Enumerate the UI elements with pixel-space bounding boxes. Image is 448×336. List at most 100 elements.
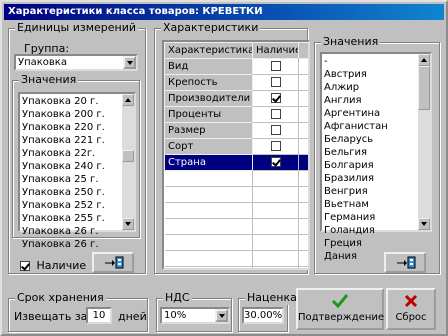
col-header-presence[interactable]: Наличие (252, 42, 299, 59)
presence-check-icon[interactable] (270, 141, 281, 151)
list-item[interactable]: Австрия (324, 68, 430, 81)
list-item[interactable]: Упаковка 25 г. (22, 173, 134, 186)
table-row (164, 170, 308, 187)
presence-check-icon[interactable] (270, 61, 281, 71)
table-row[interactable]: Вид (164, 58, 308, 75)
list-item[interactable]: Упаковка 22г. (22, 147, 134, 160)
empty-cell (164, 250, 253, 267)
table-row[interactable]: Производители (164, 90, 308, 107)
apply-left-button[interactable] (92, 252, 134, 273)
table-row (164, 234, 308, 251)
presence-check-icon[interactable] (270, 125, 281, 135)
table-row[interactable]: Сорт (164, 138, 308, 155)
list-item[interactable]: Упаковка 200 г. (22, 108, 134, 121)
presence-cell[interactable] (252, 138, 299, 155)
scroll-up-icon[interactable] (418, 54, 430, 66)
window-title: Характеристики класса товаров: КРЕВЕТКИ (4, 4, 444, 20)
values-left-list[interactable]: Упаковка 20 г. Упаковка 200 г. Упаковка 22… (18, 92, 136, 250)
scroll-thumb[interactable] (418, 66, 430, 110)
list-item[interactable]: Германия (324, 211, 430, 224)
presence-cell[interactable] (252, 106, 299, 123)
scroll-thumb[interactable] (122, 150, 134, 162)
list-item[interactable]: Упаковка 250 г. (22, 186, 134, 199)
empty-cell (298, 122, 308, 139)
list-item[interactable]: Бельгия (324, 146, 430, 159)
list-item[interactable]: Греция (324, 237, 430, 250)
characteristics-table[interactable]: Характеристика Наличие Вид Крепость Произв… (162, 40, 310, 270)
list-item[interactable]: Упаковка 240 г. (22, 160, 134, 173)
list-item[interactable]: Упаковка 26 г. (22, 225, 134, 238)
empty-cell (164, 186, 253, 203)
values-left-scrollbar[interactable] (122, 94, 134, 230)
presence-cell[interactable] (252, 74, 299, 91)
reset-button[interactable]: Сброс (386, 288, 436, 330)
list-item[interactable]: - (324, 55, 430, 68)
table-row[interactable]: Страна (164, 154, 308, 171)
presence-checkbox[interactable]: Наличие (20, 259, 86, 272)
presence-check-icon[interactable] (270, 93, 281, 103)
characteristic-name[interactable]: Производители (164, 90, 253, 107)
transfer-icon (105, 256, 124, 269)
list-item[interactable]: Вьетнам (324, 198, 430, 211)
values-right-list[interactable]: - Австрия Алжир Англия Аргентина Афганистан Бе… (320, 52, 432, 262)
presence-cell[interactable] (252, 58, 299, 75)
group-select[interactable]: Упаковка (14, 54, 138, 71)
chevron-down-icon[interactable] (123, 56, 136, 69)
characteristic-name[interactable]: Размер (164, 122, 253, 139)
vat-select[interactable]: 10% (160, 307, 230, 324)
empty-cell (252, 234, 299, 251)
scroll-down-icon[interactable] (418, 218, 430, 230)
characteristic-name[interactable]: Проценты (164, 106, 253, 123)
presence-check-icon[interactable] (20, 261, 30, 271)
presence-cell[interactable] (252, 90, 299, 107)
presence-cell[interactable] (252, 122, 299, 139)
col-header-extra (298, 42, 308, 59)
presence-check-icon[interactable] (270, 77, 281, 87)
list-item[interactable]: Алжир (324, 81, 430, 94)
characteristic-name[interactable]: Страна (164, 154, 253, 171)
list-item[interactable]: Упаковка 20 г. (22, 95, 134, 108)
list-item[interactable]: Голандия (324, 224, 430, 237)
table-row[interactable]: Размер (164, 122, 308, 139)
chevron-down-icon[interactable] (215, 309, 228, 322)
list-item[interactable]: Венгрия (324, 185, 430, 198)
empty-cell (298, 170, 308, 187)
table-row[interactable]: Крепость (164, 74, 308, 91)
list-item[interactable]: Бразилия (324, 172, 430, 185)
empty-cell (252, 186, 299, 203)
presence-check-icon[interactable] (270, 157, 281, 167)
list-item[interactable]: Упаковка 221 г. (22, 134, 134, 147)
list-item[interactable]: Упаковка 26 г. (22, 238, 134, 251)
list-item[interactable]: Упаковка 255 г. (22, 212, 134, 225)
list-item[interactable]: Упаковка 252 г. (22, 199, 134, 212)
list-item[interactable]: Англия (324, 94, 430, 107)
apply-right-button[interactable] (384, 252, 426, 273)
values-left-legend: Значения (19, 73, 79, 87)
characteristic-name[interactable]: Вид (164, 58, 253, 75)
scroll-up-icon[interactable] (122, 94, 134, 106)
characteristics-legend: Характеристики (161, 21, 261, 35)
characteristic-name[interactable]: Сорт (164, 138, 253, 155)
confirm-button[interactable]: Подтверждение (296, 288, 384, 330)
confirm-label: Подтверждение (298, 312, 385, 323)
transfer-icon (397, 256, 416, 269)
values-right-scrollbar[interactable] (418, 54, 430, 230)
presence-check-icon[interactable] (270, 109, 281, 119)
presence-cell[interactable] (252, 154, 299, 171)
presence-label: Наличие (36, 259, 87, 272)
empty-cell (252, 250, 299, 267)
col-header-name[interactable]: Характеристика (164, 42, 253, 59)
list-item[interactable]: Упаковка 220 г. (22, 121, 134, 134)
list-item[interactable]: Афганистан (324, 120, 430, 133)
days-input[interactable]: 10 (86, 307, 112, 324)
empty-cell (298, 234, 308, 251)
characteristic-name[interactable]: Крепость (164, 74, 253, 91)
table-row[interactable]: Проценты (164, 106, 308, 123)
list-item[interactable]: Болгария (324, 159, 430, 172)
markup-input[interactable]: 30.00% (242, 307, 284, 324)
empty-cell (298, 90, 308, 107)
scroll-down-icon[interactable] (122, 218, 134, 230)
days-label: дней (118, 310, 147, 323)
list-item[interactable]: Беларусь (324, 133, 430, 146)
list-item[interactable]: Аргентина (324, 107, 430, 120)
